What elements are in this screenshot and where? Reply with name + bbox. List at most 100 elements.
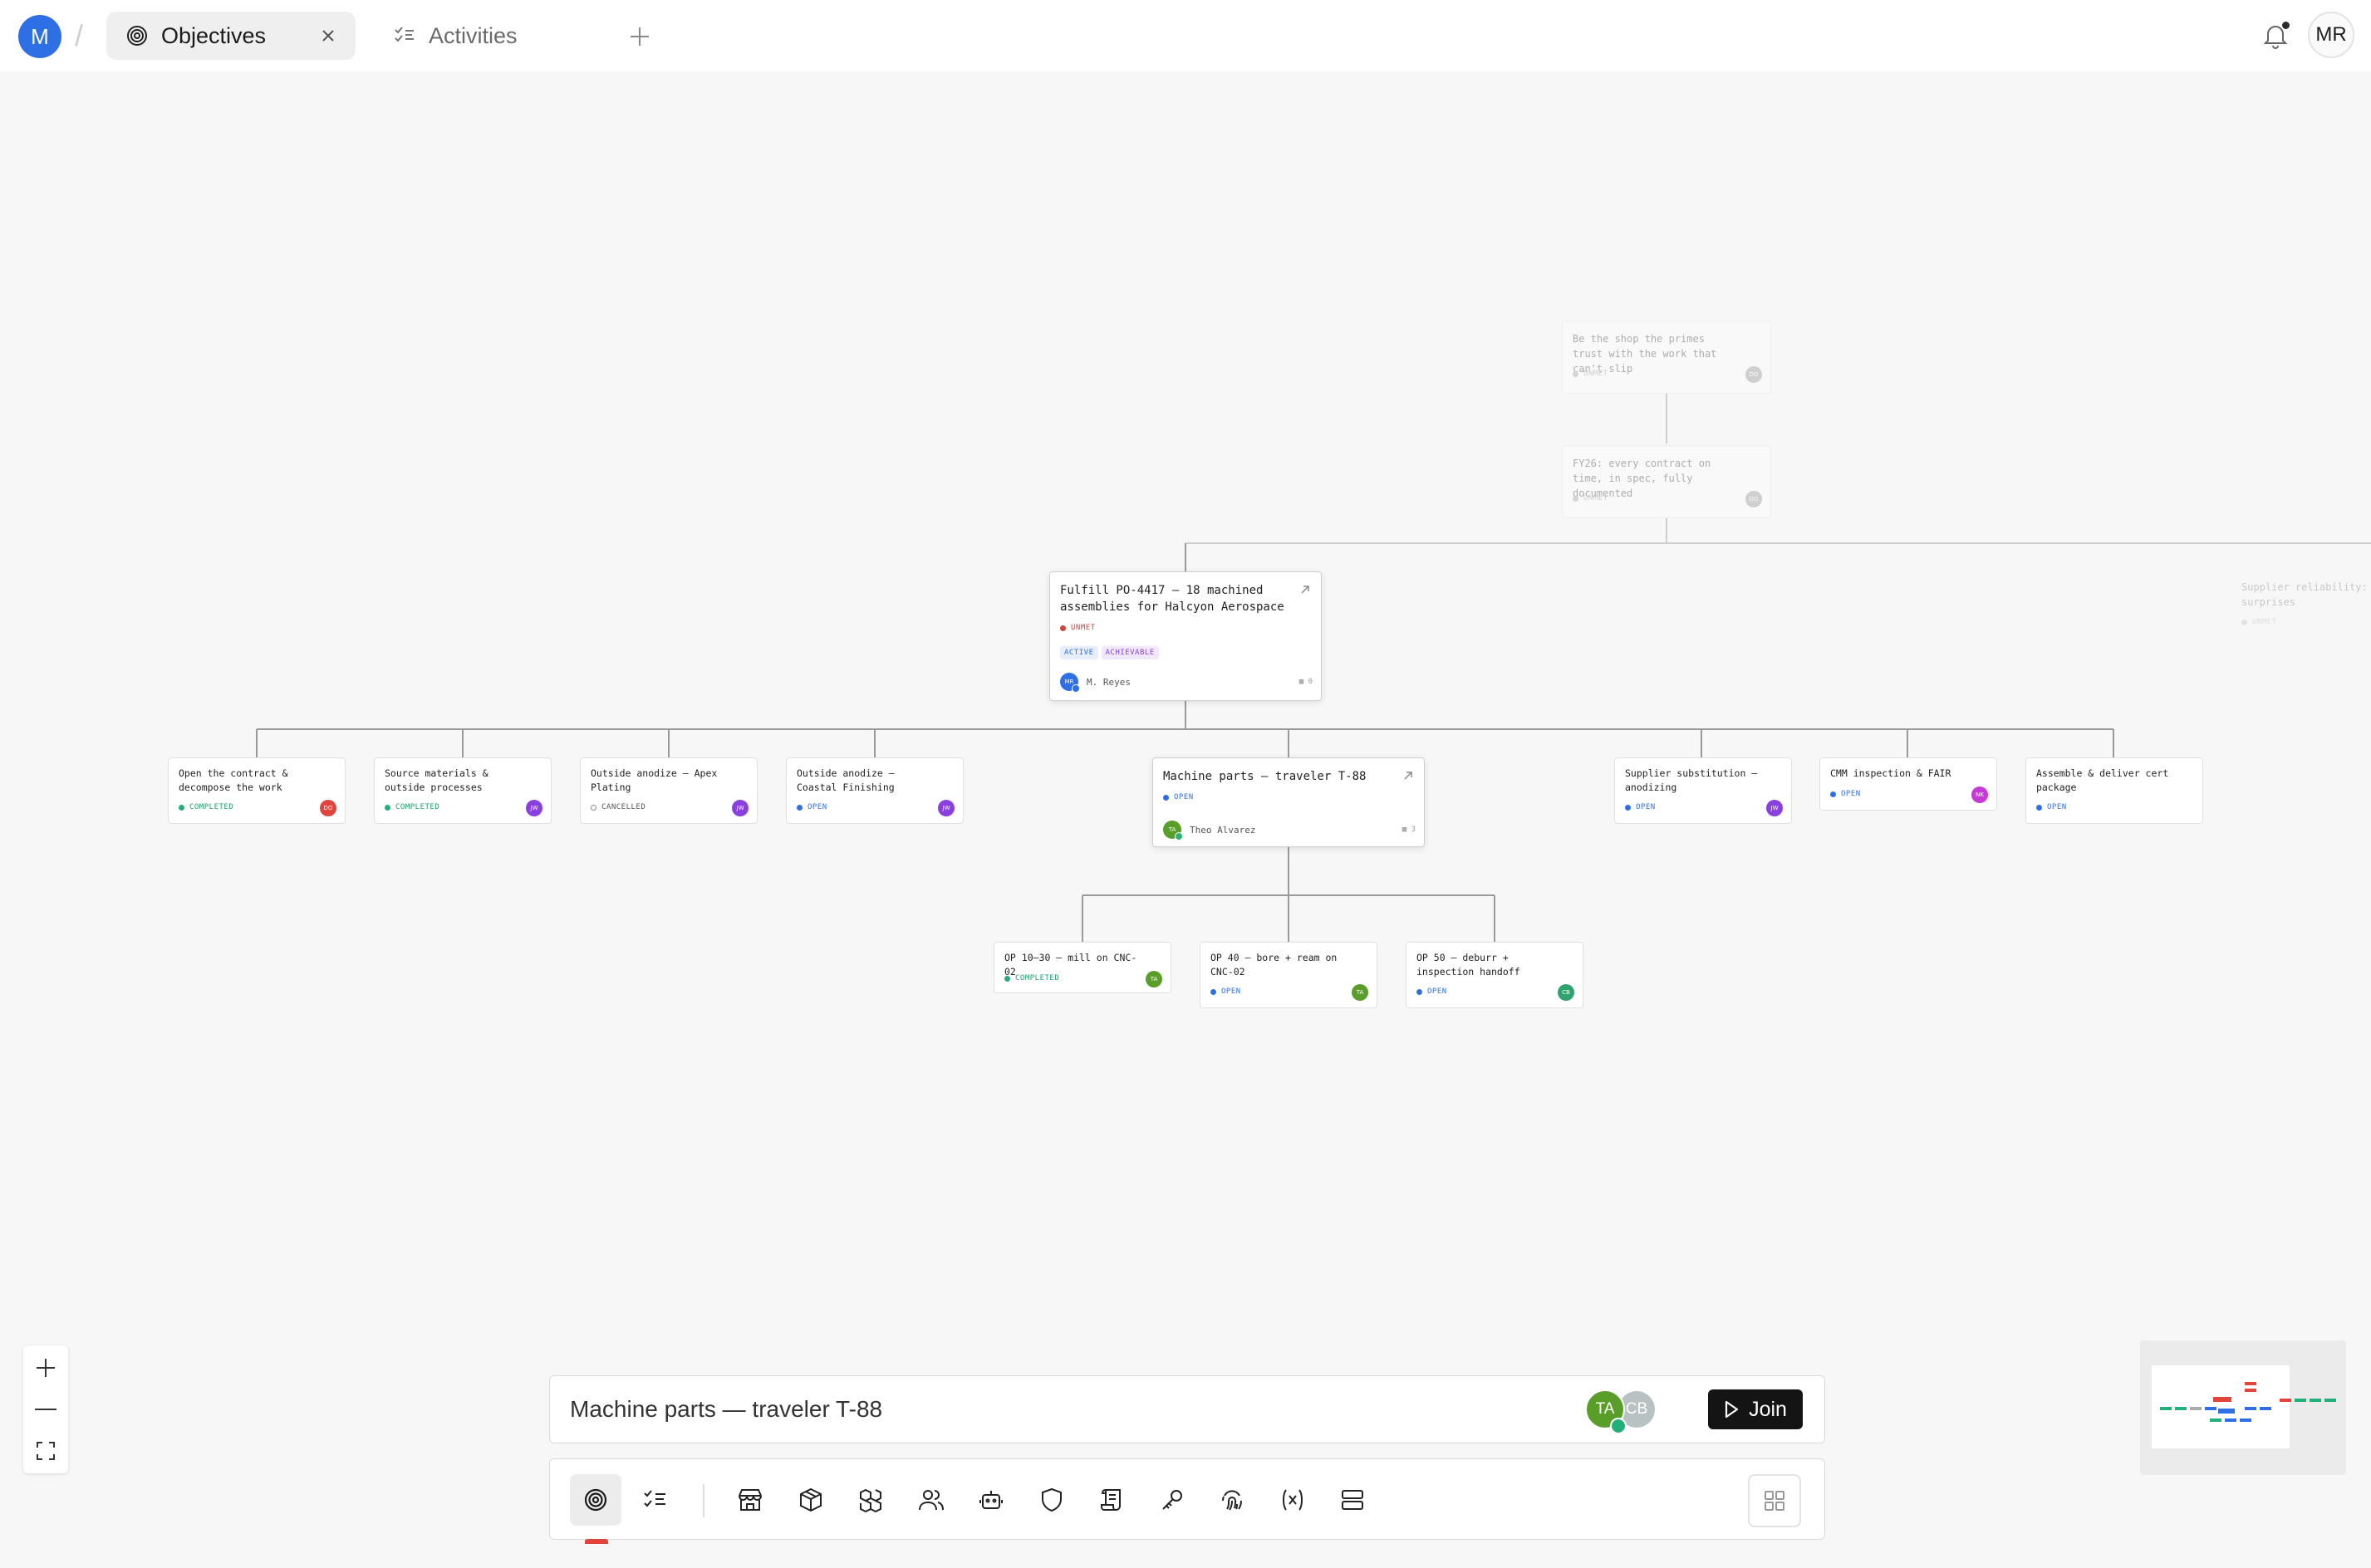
minimap[interactable] xyxy=(2140,1340,2346,1475)
huddle-bar[interactable]: Machine parts — traveler T-88 CB TA Join xyxy=(549,1375,1825,1443)
dock-credentials-button[interactable] xyxy=(1146,1474,1198,1526)
dock-security-button[interactable] xyxy=(1026,1474,1078,1526)
comment-count: ▩ 3 xyxy=(1401,826,1416,834)
status-dot-icon xyxy=(1210,988,1216,995)
checklist-icon xyxy=(392,23,417,48)
objective-node[interactable]: OP 50 — deburr + inspection handoff OPEN… xyxy=(1406,942,1583,1008)
objective-node[interactable]: FY26: every contract on time, in spec, f… xyxy=(1562,445,1771,518)
tab-activities[interactable]: Activities xyxy=(374,12,590,60)
user-avatar[interactable]: MR xyxy=(2308,12,2354,58)
fit-view-button[interactable] xyxy=(23,1430,68,1472)
avatar: JW xyxy=(1766,800,1783,816)
dock-products-button[interactable] xyxy=(785,1474,837,1526)
notifications-bell-icon[interactable] xyxy=(2260,20,2291,51)
node-title: OP 40 — bore + ream on CNC-02 xyxy=(1210,952,1338,978)
tab-objectives[interactable]: Objectives xyxy=(106,12,356,60)
online-indicator xyxy=(1175,832,1183,840)
avatar: TA xyxy=(1146,971,1162,987)
open-external-icon[interactable] xyxy=(1299,584,1311,595)
scroll-icon xyxy=(1101,1489,1121,1511)
node-title: Supplier reliability: cert surprises xyxy=(2241,581,2371,608)
join-button[interactable]: Join xyxy=(1708,1389,1803,1429)
status-badge: UNMET xyxy=(1060,624,1096,632)
status-badge: OPEN xyxy=(797,803,827,811)
dock-variables-button[interactable] xyxy=(1267,1474,1318,1526)
minimap-nodes xyxy=(2160,1382,2336,1422)
comment-count: ▩ 0 xyxy=(1298,678,1313,686)
objective-node[interactable]: Supplier substitution — anodizing OPEN J… xyxy=(1614,757,1792,824)
objective-node[interactable]: Be the shop the primes trust with the wo… xyxy=(1562,321,1771,394)
zoom-out-button[interactable] xyxy=(23,1389,68,1430)
open-external-icon[interactable] xyxy=(1402,770,1414,782)
users-icon xyxy=(919,1490,944,1511)
dock-agents-button[interactable] xyxy=(965,1474,1017,1526)
status-badge: OPEN xyxy=(1210,987,1241,996)
avatar: DO xyxy=(1745,491,1762,507)
close-icon[interactable] xyxy=(317,25,339,47)
status-badge: UNMET xyxy=(2241,618,2277,626)
notification-dot xyxy=(2282,22,2290,29)
objective-node[interactable]: Outside anodize — Coastal Finishing OPEN… xyxy=(786,757,964,824)
owner-name: M. Reyes xyxy=(1087,676,1131,688)
tag-list: ACTIVE ACHIEVABLE xyxy=(1060,642,1162,659)
bottom-dock xyxy=(549,1458,1825,1544)
huddle-title: Machine parts — traveler T-88 xyxy=(570,1396,883,1422)
objective-node[interactable]: CMM inspection & FAIR OPEN NK xyxy=(1819,757,1997,811)
node-title: Open the contract & decompose the work xyxy=(179,767,288,793)
objective-node[interactable]: OP 10–30 — mill on CNC-02 COMPLETED TA xyxy=(994,942,1171,993)
objective-node-selected[interactable]: Fulfill PO-4417 — 18 machined assemblies… xyxy=(1049,571,1322,701)
objective-node[interactable]: Source materials & outside processes COM… xyxy=(374,757,552,824)
avatar: MR xyxy=(1060,673,1080,693)
objective-node-active[interactable]: Machine parts — traveler T-88 OPEN TA Th… xyxy=(1152,757,1425,847)
grid-icon xyxy=(1765,1491,1784,1511)
node-title: Outside anodize — Apex Plating xyxy=(591,767,718,793)
zoom-in-button[interactable] xyxy=(23,1347,68,1389)
variable-icon xyxy=(1283,1489,1303,1511)
status-dot-icon xyxy=(1416,988,1422,995)
workspace-avatar[interactable]: M xyxy=(18,15,61,58)
status-dot-icon xyxy=(179,804,184,811)
status-badge: OPEN xyxy=(1163,793,1194,801)
objectives-canvas[interactable]: Be the shop the primes trust with the wo… xyxy=(0,71,2371,1502)
dock-store-button[interactable] xyxy=(724,1474,776,1526)
objective-node[interactable]: Open the contract & decompose the work C… xyxy=(168,757,346,824)
online-indicator xyxy=(1610,1418,1627,1434)
status-dot-icon xyxy=(1004,975,1010,982)
dock-activities-button[interactable] xyxy=(630,1474,681,1526)
apps-grid-button[interactable] xyxy=(1748,1474,1801,1527)
node-title: Fulfill PO-4417 — 18 machined assemblies… xyxy=(1060,584,1284,614)
objective-node[interactable]: OP 40 — bore + ream on CNC-02 OPEN TA xyxy=(1200,942,1377,1008)
status-badge: CANCELLED xyxy=(591,803,646,811)
status-dot-icon xyxy=(591,804,596,811)
dock-people-button[interactable] xyxy=(906,1474,957,1526)
status-badge: OPEN xyxy=(1416,987,1447,996)
node-title: CMM inspection & FAIR xyxy=(1830,767,1951,779)
dock-storage-button[interactable] xyxy=(1327,1474,1378,1526)
status-badge: OPEN xyxy=(1830,790,1861,798)
status-dot-icon xyxy=(1573,370,1578,377)
breadcrumb-separator: / xyxy=(75,18,84,52)
dock-identity-button[interactable] xyxy=(1206,1474,1258,1526)
dock-contracts-button[interactable] xyxy=(1086,1474,1137,1526)
notification-badge xyxy=(585,1539,608,1544)
dock-resources-button[interactable] xyxy=(845,1474,896,1526)
tab-activities-label: Activities xyxy=(429,22,518,48)
participant-avatar[interactable]: TA xyxy=(1585,1389,1627,1434)
dock-separator xyxy=(703,1484,704,1517)
fingerprint-icon xyxy=(1222,1490,1242,1511)
avatar: JW xyxy=(938,800,955,816)
objective-node[interactable]: Outside anodize — Apex Plating CANCELLED… xyxy=(580,757,758,824)
add-tab-button[interactable] xyxy=(626,23,653,50)
node-title: Supplier substitution — anodizing xyxy=(1625,767,1758,793)
key-icon xyxy=(1162,1490,1182,1510)
dock-objectives-button[interactable] xyxy=(570,1474,621,1526)
avatar: DO xyxy=(1745,366,1762,383)
status-dot-icon xyxy=(1830,791,1836,797)
node-footer: MR M. Reyes ▩ 0 xyxy=(1060,672,1313,693)
objective-node[interactable]: Assemble & deliver cert package OPEN xyxy=(2025,757,2203,824)
tag-badge: ACHIEVABLE xyxy=(1101,646,1159,659)
status-dot-icon xyxy=(2036,804,2042,811)
node-footer: TA Theo Alvarez ▩ 3 xyxy=(1163,820,1416,840)
objective-node[interactable]: Supplier reliability: cert surprises UNM… xyxy=(2231,570,2371,644)
tag-badge: ACTIVE xyxy=(1060,646,1098,659)
